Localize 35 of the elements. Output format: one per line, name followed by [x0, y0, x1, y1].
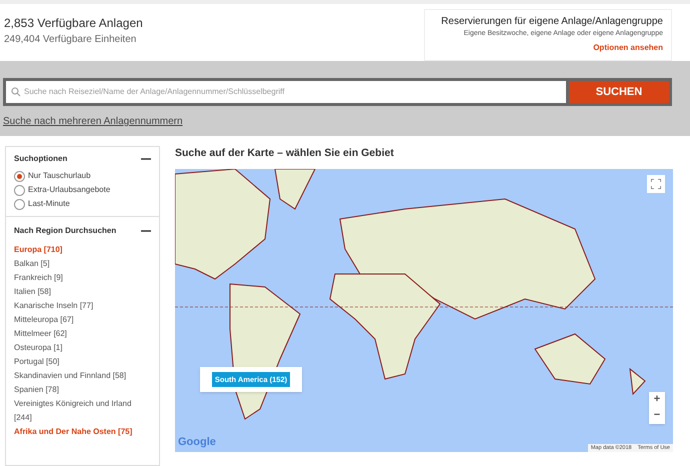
zoom-out-button[interactable]: − — [649, 408, 665, 424]
region-group-link[interactable]: Europa [710] — [14, 243, 151, 257]
search-button[interactable]: SUCHEN — [569, 81, 669, 103]
region-group-link[interactable]: Afrika und Der Nahe Osten [75] — [14, 425, 151, 439]
options-link[interactable]: Optionen ansehen — [593, 42, 663, 54]
section-title: Suchoptionen — [14, 153, 68, 165]
radio-label: Last-Minute — [28, 198, 70, 210]
radio-label: Extra-Urlaubsangebote — [28, 184, 110, 196]
reservation-title: Reservierungen für eigene Anlage/Anlagengruppe — [441, 15, 663, 29]
section-title: Nach Region Durchsuchen — [14, 225, 116, 237]
region-link[interactable]: Portugal [50] — [14, 355, 151, 369]
region-link[interactable]: Mitteleuropa [67] — [14, 313, 151, 327]
search-field[interactable]: Suche nach Reiseziel/Name der Anlage/Anlagennummer/Schlüsselbegriff — [6, 81, 566, 103]
region-link[interactable]: Mittelmeer [62] — [14, 327, 151, 341]
map-logo: Google — [178, 435, 216, 450]
region-link[interactable]: Spanien [78] — [14, 383, 151, 397]
search-icon — [11, 87, 21, 97]
region-link[interactable]: Osteuropa [1] — [14, 341, 151, 355]
radio-button[interactable] — [14, 170, 25, 182]
radio-label: Nur Tauschurlaub — [28, 170, 91, 182]
map-title: Suche auf der Karte – wählen Sie ein Gebiet — [175, 146, 395, 161]
region-link[interactable]: Vereinigtes Königreich und Irland [244] — [14, 397, 151, 425]
fullscreen-icon — [651, 178, 661, 189]
region-link[interactable]: Balkan [5] — [14, 257, 151, 271]
radio-button[interactable] — [14, 184, 25, 196]
zoom-in-button[interactable]: + — [649, 392, 665, 408]
fullscreen-button[interactable] — [647, 174, 665, 193]
region-link[interactable]: Skandinavien und Finnland [58] — [14, 369, 151, 383]
available-units-count: 249,404 Verfügbare Einheiten — [4, 33, 138, 47]
region-link[interactable]: Frankreich [9] — [14, 271, 151, 285]
available-resorts-count: 2,853 Verfügbare Anlagen — [4, 15, 143, 32]
region-link[interactable]: Italien [58] — [14, 285, 151, 299]
radio-button[interactable] — [14, 198, 25, 210]
region-link[interactable]: Kanarische Inseln [77] — [14, 299, 151, 313]
multi-resort-search-link[interactable]: Suche nach mehreren Anlagennummern — [3, 114, 183, 129]
